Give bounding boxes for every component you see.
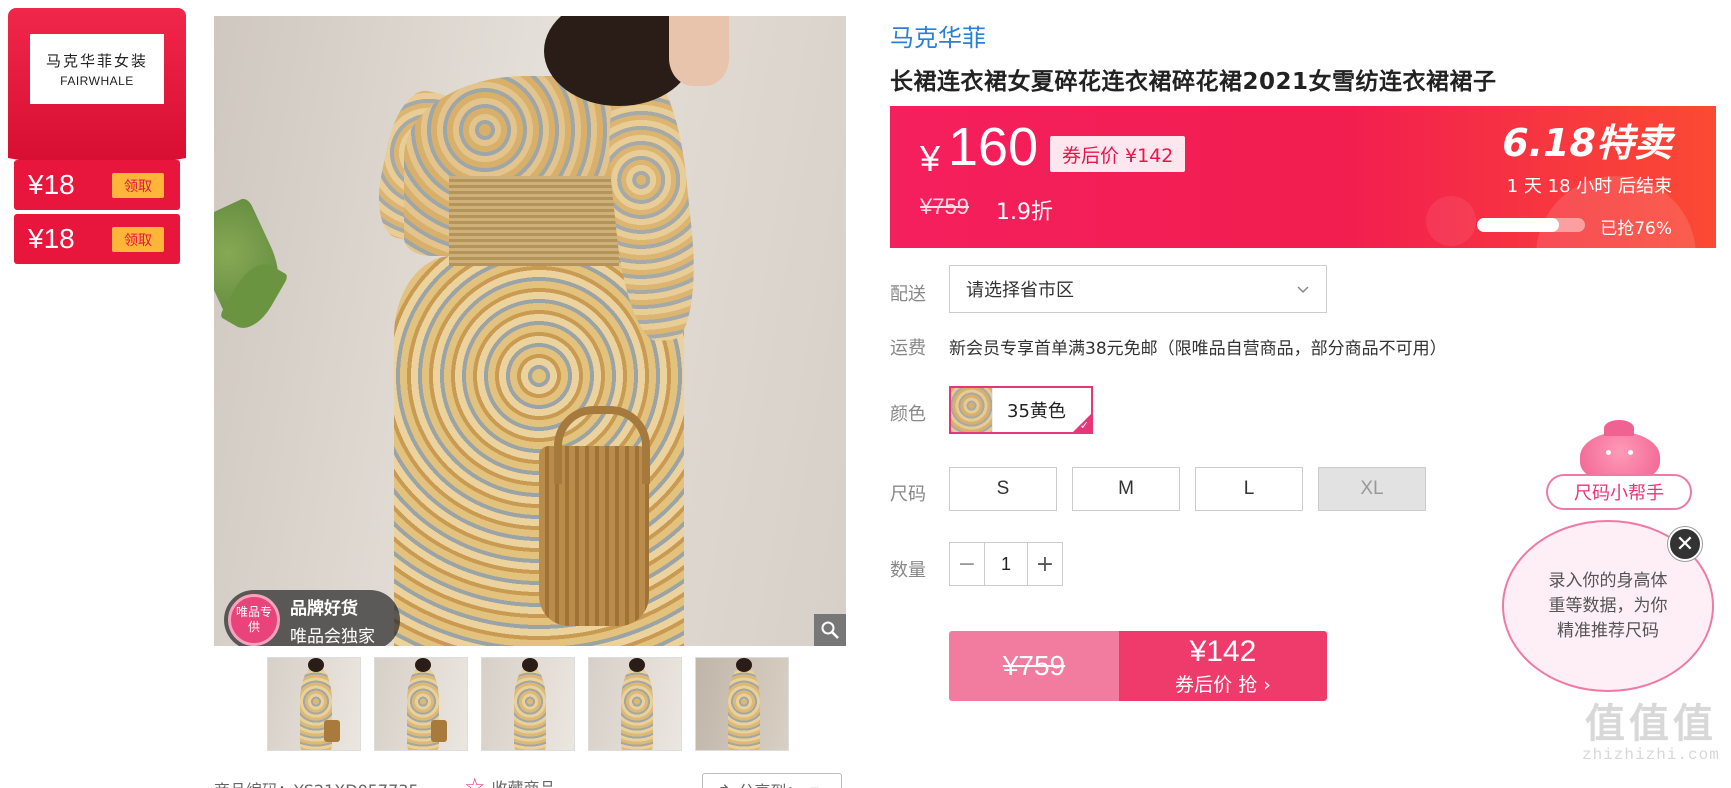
close-icon[interactable]: ✕ xyxy=(1668,527,1702,561)
product-title: 长裙连衣裙女夏碎花连衣裙碎花裙2021女雪纺连衣裙裙子 xyxy=(890,69,1497,95)
star-icon: ☆ xyxy=(464,773,486,788)
quantity-stepper: − 1 + xyxy=(949,542,1063,586)
thumbnail[interactable] xyxy=(267,657,361,751)
color-option-label: 35黄色 xyxy=(1007,401,1066,422)
main-product-image[interactable]: 唯品专供 品牌好货 唯品会独家 xyxy=(214,16,846,646)
chevron-down-icon: ▾ xyxy=(810,781,818,788)
coupon-price-tag: 券后价 ¥142 xyxy=(1050,136,1186,172)
quantity-input[interactable]: 1 xyxy=(984,543,1028,585)
event-title: 6.18特卖 xyxy=(1502,121,1672,165)
region-select-value: 请选择省市区 xyxy=(966,280,1074,301)
favorite-button[interactable]: ☆ 收藏商品 xyxy=(464,773,556,788)
brand-card[interactable]: 马克华菲女装 FAIRWHALE xyxy=(8,8,186,174)
claim-coupon-button[interactable]: 领取 xyxy=(112,227,164,252)
exclusive-badge-circle: 唯品专供 xyxy=(228,594,280,646)
discount-rate: 1.9折 xyxy=(996,200,1053,225)
dress-waist-shape xyxy=(449,176,619,266)
brand-link[interactable]: 马克华菲 xyxy=(890,18,986,53)
check-icon: ✓ xyxy=(1079,419,1089,432)
coupon-card: ¥18 领取 xyxy=(14,214,180,264)
zoom-icon[interactable] xyxy=(814,614,846,646)
sale-price: 160 xyxy=(948,117,1039,177)
price-banner: ¥ 160 券后价 ¥142 ¥759 1.9折 6.18特卖 1 天 18 小… xyxy=(890,106,1716,248)
size-helper-button[interactable]: 尺码小帮手 xyxy=(1546,474,1692,510)
color-label: 颜色 xyxy=(890,404,926,425)
shipping-label: 运费 xyxy=(890,338,926,359)
share-dropdown[interactable]: ↱ 分享到： ▾ xyxy=(702,773,842,788)
size-option-l[interactable]: L xyxy=(1195,467,1303,511)
product-code: 商品编码：YS21XD057735 xyxy=(214,777,419,788)
share-icon: ↱ xyxy=(717,781,730,788)
brand-logo-cn: 马克华菲女装 xyxy=(45,52,148,70)
thumbnail[interactable] xyxy=(695,657,789,751)
watermark-url: zhizhizhi.com xyxy=(1582,746,1720,764)
banner-decor xyxy=(1426,196,1476,246)
buy-action-label: 券后价 抢 › xyxy=(1175,673,1271,696)
watermark-logo: 值值值 zhizhizhi.com xyxy=(1582,702,1720,764)
quantity-increase-button[interactable]: + xyxy=(1028,543,1062,585)
buy-original-price: ¥759 xyxy=(949,631,1119,701)
quantity-label: 数量 xyxy=(890,560,926,581)
coupon-card: ¥18 领取 xyxy=(14,160,180,210)
currency-symbol: ¥ xyxy=(920,138,941,179)
color-option-selected[interactable]: 35黄色 ✓ xyxy=(949,386,1093,434)
exclusive-badge: 唯品专供 品牌好货 唯品会独家 xyxy=(224,590,400,646)
model-skin-shape xyxy=(669,16,729,86)
buy-button[interactable]: ¥759 ¥142 券后价 抢 › xyxy=(949,631,1327,701)
thumbnail-strip xyxy=(267,657,789,751)
delivery-label: 配送 xyxy=(890,284,926,305)
favorite-label: 收藏商品 xyxy=(492,775,556,788)
brand-logo[interactable]: 马克华菲女装 FAIRWHALE xyxy=(30,34,164,104)
chevron-down-icon xyxy=(1296,280,1310,299)
sold-progress-bar xyxy=(1477,218,1585,232)
size-helper-message: 录入你的身高体重等数据，为你精准推荐尺码 xyxy=(1548,570,1668,641)
brand-logo-en: FAIRWHALE xyxy=(60,74,134,88)
size-option-m[interactable]: M xyxy=(1072,467,1180,511)
thumbnail[interactable] xyxy=(481,657,575,751)
coupon-amount: ¥18 xyxy=(28,223,75,254)
size-label: 尺码 xyxy=(890,484,926,505)
buy-coupon-price: ¥142 xyxy=(1189,634,1257,668)
claim-coupon-button[interactable]: 领取 xyxy=(112,173,164,198)
sold-progress-fill xyxy=(1477,218,1560,232)
thumbnail[interactable] xyxy=(588,657,682,751)
coupon-amount: ¥18 xyxy=(28,169,75,200)
buy-now-action[interactable]: ¥142 券后价 抢 › xyxy=(1119,631,1327,701)
thumbnail[interactable] xyxy=(374,657,468,751)
product-meta-row: 商品编码：YS21XD057735 ☆ 收藏商品 ↱ 分享到： ▾ xyxy=(214,773,846,788)
quantity-decrease-button[interactable]: − xyxy=(950,543,984,585)
countdown-text: 1 天 18 小时 后结束 xyxy=(1506,176,1672,197)
original-price: ¥759 xyxy=(920,194,969,219)
size-option-xl: XL xyxy=(1318,467,1426,511)
sold-percentage: 已抢76% xyxy=(1600,219,1672,239)
watermark-mark: 值值值 xyxy=(1584,701,1717,747)
exclusive-badge-subtitle: 唯品会独家 xyxy=(290,626,375,647)
share-label: 分享到： xyxy=(738,778,802,788)
color-swatch-image xyxy=(951,388,993,432)
exclusive-badge-title: 品牌好货 xyxy=(290,598,358,619)
straw-bag-shape xyxy=(539,406,650,626)
region-select[interactable]: 请选择省市区 xyxy=(949,265,1327,313)
size-option-s[interactable]: S xyxy=(949,467,1057,511)
shipping-note: 新会员专享首单满38元免邮（限唯品自营商品，部分商品不可用） xyxy=(949,339,1447,359)
